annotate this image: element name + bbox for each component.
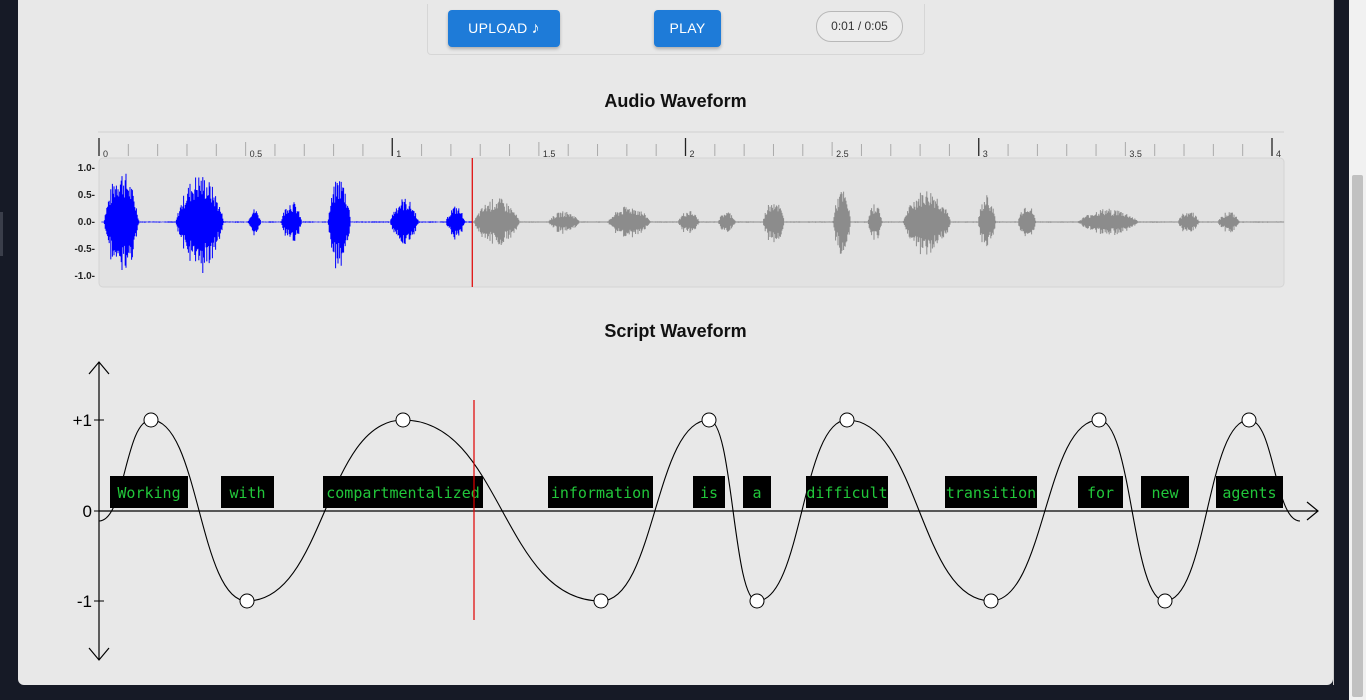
time-ruler: 0 0.5 1 1.5 2 2.5 3 3.5 4 xyxy=(98,138,1281,159)
script-point xyxy=(143,412,159,428)
script-word-box: a xyxy=(743,476,771,508)
script-y-tick-label: -1 xyxy=(77,592,92,611)
script-point xyxy=(983,593,999,609)
upload-label: UPLOAD xyxy=(468,20,528,36)
script-word-box: with xyxy=(221,476,274,508)
script-words: Working with compartmentalized information i… xyxy=(110,476,1283,508)
script-word-label: Working xyxy=(117,484,180,502)
script-word-label: a xyxy=(752,484,761,502)
script-word-label: transition xyxy=(946,484,1036,502)
script-waveform-title: Script Waveform xyxy=(604,321,747,341)
script-word-box: difficult xyxy=(806,476,888,508)
script-point xyxy=(239,593,255,609)
script-word-label: information xyxy=(551,484,650,502)
script-word-label: agents xyxy=(1222,484,1276,502)
script-y-tick-label: +1 xyxy=(73,411,92,430)
script-y-tick-label: 0 xyxy=(83,502,92,521)
main-panel: UPLOAD ♪ PLAY 0:01 / 0:05 Audio Waveform … xyxy=(18,0,1333,685)
script-word-box: agents xyxy=(1216,476,1283,508)
script-point xyxy=(1241,412,1257,428)
audio-waveform-title: Audio Waveform xyxy=(604,91,747,111)
amplitude-tick-label: 1.0- xyxy=(78,163,95,174)
script-point xyxy=(701,412,717,428)
amplitude-tick-label: 0.5- xyxy=(78,190,95,201)
music-note-icon: ♪ xyxy=(531,20,540,37)
script-word-box: information xyxy=(548,476,653,508)
script-point xyxy=(1157,593,1173,609)
script-word-box: for xyxy=(1078,476,1123,508)
vertical-scrollbar[interactable] xyxy=(1349,0,1366,700)
upload-button[interactable]: UPLOAD ♪ xyxy=(448,10,560,47)
scrollbar-thumb[interactable] xyxy=(1352,175,1363,697)
time-display: 0:01 / 0:05 xyxy=(816,11,903,42)
player-controls: UPLOAD ♪ PLAY 0:01 / 0:05 xyxy=(427,4,925,55)
script-point xyxy=(395,412,411,428)
script-word-box: new xyxy=(1141,476,1189,508)
script-point xyxy=(749,593,765,609)
play-button[interactable]: PLAY xyxy=(654,10,721,47)
script-word-label: for xyxy=(1087,484,1114,502)
audio-waveform-chart[interactable]: 0 0.5 1 1.5 2 2.5 3 3.5 4 1.0- 0.5- 0.0- -0.5- -1.0- xyxy=(18,130,1333,295)
amplitude-tick-label: -1.0- xyxy=(74,271,95,282)
script-word-label: is xyxy=(700,484,718,502)
script-word-label: compartmentalized xyxy=(326,484,480,502)
play-label: PLAY xyxy=(669,20,706,36)
amplitude-tick-label: -0.5- xyxy=(74,244,95,255)
script-word-label: with xyxy=(229,484,265,502)
amplitude-tick-label: 0.0- xyxy=(78,217,95,228)
script-word-label: difficult xyxy=(806,484,887,502)
script-word-box: Working xyxy=(110,476,188,508)
script-point xyxy=(1091,412,1107,428)
script-word-box: compartmentalized xyxy=(323,476,483,508)
script-point xyxy=(593,593,609,609)
script-waveform-chart[interactable]: +1 0 -1 Working with compartmentalized inform… xyxy=(18,350,1333,670)
script-word-box: transition xyxy=(945,476,1037,508)
script-word-box: is xyxy=(693,476,725,508)
left-window-edge xyxy=(0,0,18,700)
script-point xyxy=(839,412,855,428)
script-word-label: new xyxy=(1151,484,1179,502)
amplitude-axis: 1.0- 0.5- 0.0- -0.5- -1.0- xyxy=(74,163,95,282)
